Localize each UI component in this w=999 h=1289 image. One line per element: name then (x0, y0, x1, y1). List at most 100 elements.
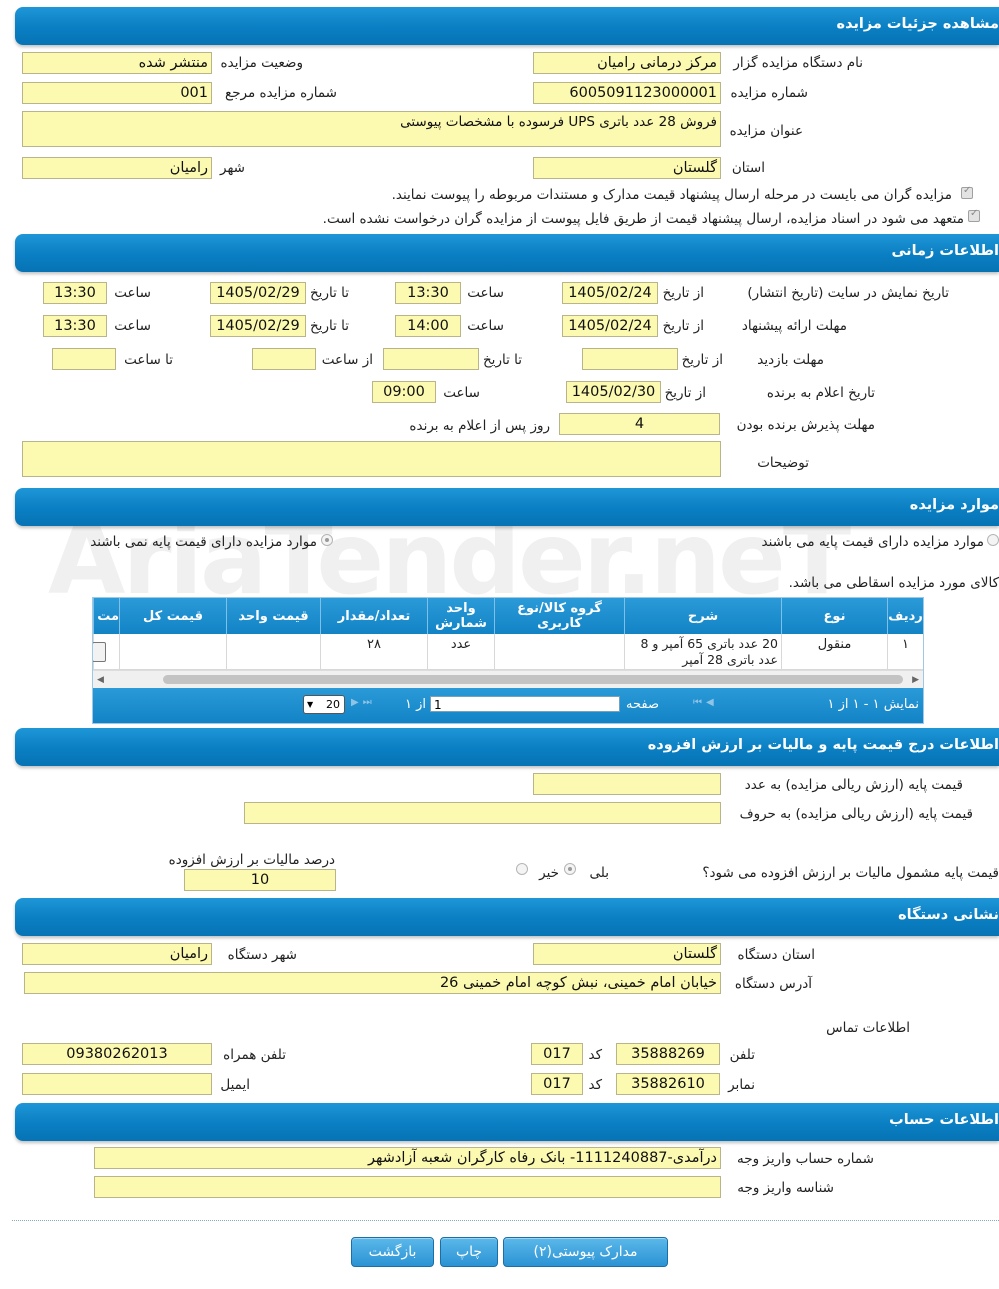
has-baseprice-text: موارد مزایده دارای قیمت پایه می باشند (761, 534, 984, 550)
payment-id-field[interactable] (94, 1176, 721, 1198)
submit-from-date[interactable]: 1405/02/24 (562, 315, 658, 337)
section-title: مشاهده جزئیات مزایده (836, 16, 999, 32)
baseprice-numeric-label: قیمت پایه (ارزش ریالی مزایده) به عدد (744, 777, 963, 793)
time-label: ساعت (114, 318, 151, 334)
commit-checkbox[interactable] (968, 208, 980, 222)
vat-question: قیمت پایه مشمول مالیات بر ارزش افزوده می… (702, 865, 999, 881)
publish-to-date[interactable]: 1405/02/29 (210, 282, 306, 304)
phone-field[interactable]: 35888269 (616, 1043, 720, 1065)
acceptance-deadline-label: مهلت پذیرش برنده بودن (736, 417, 875, 433)
city-label: شهر (220, 160, 245, 176)
no-baseprice-radio[interactable] (321, 534, 333, 546)
pager-page-input[interactable]: 1 (430, 696, 620, 712)
winner-date-label: تاریخ اعلام به برنده (766, 385, 875, 401)
account-no-field[interactable]: درآمدی-1111240887- بانک رفاه کارگران شعب… (94, 1147, 721, 1169)
col-header[interactable]: شرح (624, 598, 781, 634)
vat-no-label: خیر (539, 865, 559, 881)
acceptance-days-field[interactable]: 4 (559, 413, 720, 435)
fax-code-field[interactable]: 017 (531, 1073, 583, 1095)
table-pager: نمایش ۱ - ۱ از ۱ ⏮◀ صفحه 1 از ۱ ▶⏭ ▼ 20 (93, 688, 923, 723)
submit-to-date[interactable]: 1405/02/29 (210, 315, 306, 337)
visit-to-time[interactable] (52, 348, 116, 370)
code-label: کد (588, 1077, 602, 1093)
col-header[interactable]: مت (93, 598, 119, 634)
scroll-right-icon[interactable]: ▶ (912, 675, 919, 685)
email-label: ایمیل (220, 1077, 250, 1093)
auction-no-label: شماره مزایده (730, 85, 808, 101)
org-city-field[interactable]: رامیان (22, 943, 212, 965)
baseprice-numeric-field[interactable] (533, 773, 721, 795)
vat-yes-label: بلی (589, 865, 609, 881)
winner-date-field[interactable]: 1405/02/30 (566, 381, 661, 403)
baseprice-words-field[interactable] (244, 802, 721, 824)
winner-time-field[interactable]: 09:00 (372, 381, 436, 403)
vat-percent-field[interactable]: 10 (184, 869, 336, 891)
page-size-select[interactable]: ▼ 20 (303, 695, 345, 714)
submit-from-time[interactable]: 14:00 (395, 315, 461, 337)
table-cell-desc: 20 عدد باتری 65 آمپر و 8 عدد باتری 28 آم… (624, 634, 781, 670)
visit-from-time[interactable] (252, 348, 316, 370)
pager-first-prev-icons[interactable]: ⏮◀ (693, 697, 718, 708)
section-header-details: مشاهده جزئیات مزایده (15, 7, 999, 45)
col-header[interactable]: گروه کالا/نوع کاربری (494, 598, 624, 634)
detail-button[interactable] (93, 642, 106, 662)
section-title: اطلاعات حساب (889, 1112, 999, 1128)
col-header[interactable]: ردیف (887, 598, 923, 634)
org-name-field[interactable]: مرکز درمانی رامیان (533, 52, 721, 74)
has-baseprice-radio[interactable] (987, 534, 999, 546)
publish-from-date[interactable]: 1405/02/24 (562, 282, 658, 304)
section-header-items: موارد مزایده (15, 488, 999, 526)
scroll-left-icon[interactable]: ◀ (97, 675, 104, 685)
city-field[interactable]: رامیان (22, 157, 212, 179)
visit-deadline-label: مهلت بازدید (757, 352, 824, 368)
province-field[interactable]: گلستان (533, 157, 721, 179)
items-table: ردیف نوع شرح گروه کالا/نوع کاربری واحد ش… (92, 597, 924, 724)
org-province-field[interactable]: گلستان (533, 943, 721, 965)
pager-next-last-icons[interactable]: ▶⏭ (351, 697, 376, 708)
ref-no-field[interactable]: 001 (22, 82, 212, 104)
pager-page-label: صفحه (626, 697, 659, 712)
mobile-field[interactable]: 09380262013 (22, 1043, 212, 1065)
publish-to-time[interactable]: 13:30 (43, 282, 107, 304)
attachments-button[interactable]: مدارک پیوستی(۲) (503, 1237, 668, 1267)
status-field[interactable]: منتشر شده (22, 52, 212, 74)
status-label: وضعیت مزایده (220, 55, 303, 71)
visit-to-date[interactable] (383, 348, 479, 370)
scrollbar-thumb[interactable] (163, 675, 903, 684)
fax-field[interactable]: 35882610 (616, 1073, 720, 1095)
submit-to-time[interactable]: 13:30 (43, 315, 107, 337)
section-title: اطلاعات زمانی (891, 243, 999, 259)
table-cell-action[interactable] (93, 634, 119, 670)
col-header[interactable]: قیمت واحد (226, 598, 320, 634)
title-field[interactable]: فروش 28 عدد باتری UPS فرسوده با مشخصات پ… (22, 111, 721, 147)
from-date-label: از تاریخ (662, 318, 704, 334)
org-address-field[interactable]: خیابان امام خمینی، نبش کوچه امام خمینی 2… (24, 972, 721, 994)
notes-field[interactable] (22, 441, 721, 477)
phone-code-field[interactable]: 017 (531, 1043, 583, 1065)
vat-yes-radio[interactable] (564, 863, 576, 875)
section-header-account: اطلاعات حساب (15, 1103, 999, 1141)
col-header[interactable]: نوع (781, 598, 887, 634)
horizontal-scrollbar[interactable]: ◀ ▶ (93, 670, 923, 689)
email-field[interactable] (22, 1073, 212, 1095)
col-header[interactable]: قیمت کل (119, 598, 226, 634)
title-label: عنوان مزایده (729, 123, 803, 139)
org-name-label: نام دستگاه مزایده گزار (733, 55, 863, 71)
print-button[interactable]: چاپ (440, 1237, 498, 1267)
table-cell-group (494, 634, 624, 670)
time-label: ساعت (467, 285, 504, 301)
auction-no-field[interactable]: 6005091123000001 (533, 82, 721, 104)
vat-no-radio[interactable] (516, 863, 528, 875)
attach-docs-checkbox[interactable] (961, 185, 973, 199)
phone-label: تلفن (729, 1047, 755, 1063)
visit-from-date[interactable] (582, 348, 678, 370)
table-cell-unit-price (226, 634, 320, 670)
col-header[interactable]: تعداد/مقدار (320, 598, 427, 634)
back-button[interactable]: بازگشت (351, 1237, 434, 1267)
publish-from-time[interactable]: 13:30 (395, 282, 461, 304)
time-label: ساعت (467, 318, 504, 334)
section-header-timing: اطلاعات زمانی (15, 234, 999, 272)
to-date-label: تا تاریخ (309, 285, 349, 301)
table-cell-qty: ۲۸ (320, 634, 427, 670)
col-header[interactable]: واحد شمارش (427, 598, 494, 634)
